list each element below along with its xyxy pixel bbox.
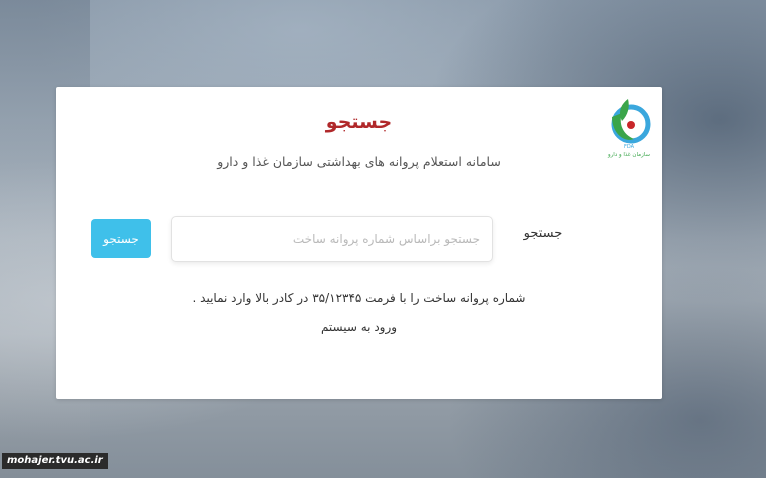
search-button[interactable]: جستجو bbox=[91, 219, 151, 258]
search-card: FDA سازمان غذا و دارو جستجو سامانه استعل… bbox=[56, 87, 662, 399]
page-subtitle: سامانه استعلام پروانه های بهداشتی سازمان… bbox=[217, 154, 501, 169]
search-input[interactable] bbox=[171, 216, 493, 262]
login-link[interactable]: ورود به سیستم bbox=[56, 320, 662, 334]
page-title: جستجو bbox=[325, 111, 393, 133]
logo-abbr: FDA bbox=[624, 144, 635, 150]
format-hint: شماره پروانه ساخت را با فرمت ۳۵/۱۲۳۴۵ در… bbox=[192, 291, 526, 305]
site-watermark: mohajer.tvu.ac.ir bbox=[2, 453, 108, 469]
search-label: جستجو bbox=[523, 226, 563, 241]
